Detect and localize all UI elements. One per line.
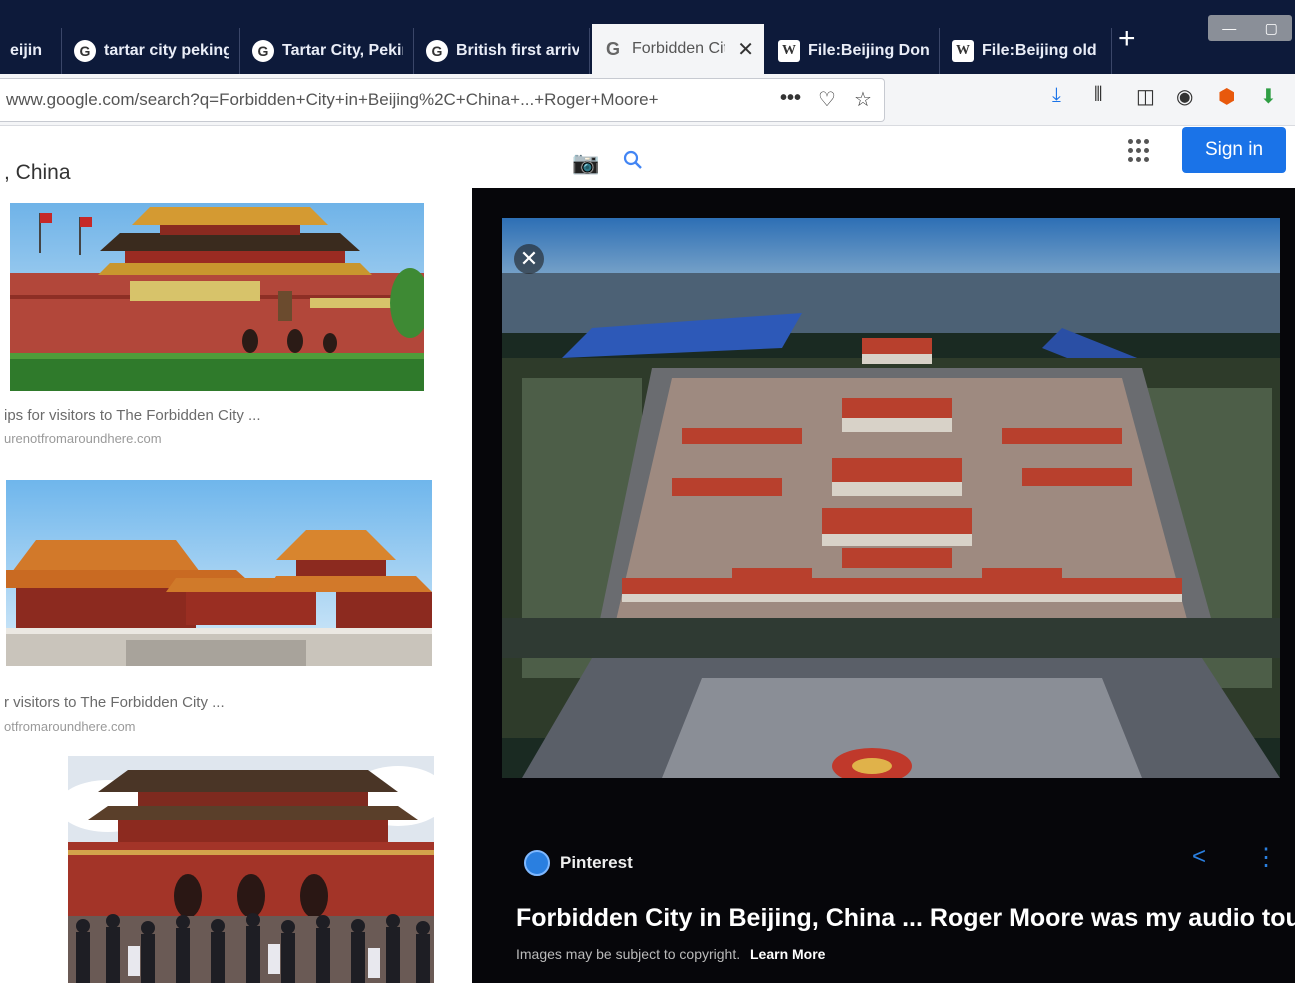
google-apps-icon[interactable] [1128,139,1152,163]
page-actions-icon[interactable]: ••• [780,87,801,110]
bookmark-star-icon[interactable]: ☆ [854,87,872,112]
url-text[interactable]: www.google.com/search?q=Forbidden+City+i… [0,90,760,110]
pocket-icon[interactable]: ♡ [818,87,836,112]
tab-beijing[interactable]: eijin [0,28,62,74]
search-query-text[interactable]: , China [4,161,71,185]
tab-file-beijing-old[interactable]: W File:Beijing old c [942,28,1112,74]
share-icon[interactable]: < [1192,843,1206,871]
copyright-text: Images may be subject to copyright. [516,946,741,962]
screen: eijin G tartar city peking G Tartar City… [0,0,1295,983]
ublock-icon[interactable]: ⬢ [1218,84,1235,109]
extension-icon[interactable]: ⬇ [1260,84,1277,109]
source-site[interactable]: Pinterest [524,850,633,876]
google-icon: G [426,40,448,62]
minimize-icon[interactable]: — [1222,20,1236,36]
maximize-icon[interactable]: ▢ [1265,20,1278,37]
tab-label: File:Beijing old c [982,42,1101,59]
close-tab-icon[interactable]: ✕ [737,37,754,62]
google-icon: G [252,40,274,62]
wikipedia-icon: W [952,40,974,62]
tab-tartar-city-peking[interactable]: G tartar city peking [64,28,240,74]
source-site-name: Pinterest [560,853,633,872]
wikipedia-icon: W [778,40,800,62]
window-controls: — ▢ [1208,15,1292,41]
result-source: urenotfromaroundhere.com [4,431,162,446]
learn-more-link[interactable]: Learn More [750,946,825,962]
google-icon: G [605,38,620,59]
tab-british-first-arrive[interactable]: G British first arrive [416,28,590,74]
result-caption[interactable]: r visitors to The Forbidden City ... [4,694,225,711]
copyright-notice: Images may be subject to copyright. Lear… [516,946,825,962]
tab-label: File:Beijing Dong [808,42,929,59]
new-tab-button[interactable]: + [1118,22,1136,56]
camera-search-icon[interactable]: 📷 [572,150,599,176]
result-image-meridian-gate[interactable] [68,756,434,983]
result-image-hall[interactable] [6,480,432,666]
address-bar[interactable]: www.google.com/search?q=Forbidden+City+i… [0,78,885,122]
tab-file-beijing-dong[interactable]: W File:Beijing Dong [768,28,940,74]
preview-title[interactable]: Forbidden City in Beijing, China ... Rog… [516,904,1295,933]
tab-label: eijin [10,42,43,59]
result-image-tiananmen[interactable] [10,203,424,391]
sidebar-icon[interactable]: ◫ [1136,84,1155,109]
tab-forbidden-city[interactable]: G Forbidden Cit ✕ [592,24,764,74]
more-options-icon[interactable]: ⋮ [1254,843,1278,872]
tab-label: Tartar City, Pekin [282,42,403,59]
search-icon[interactable] [622,149,644,171]
tab-label: Forbidden Cit [632,40,726,57]
preview-image-forbidden-city[interactable] [502,218,1280,778]
sign-in-button[interactable]: Sign in [1182,127,1286,173]
download-icon[interactable]: ⤓ [1052,84,1061,107]
image-preview-panel: ✕ Pinterest < ⋮ Forbidden City in Beijin… [472,188,1295,983]
result-source: otfromaroundhere.com [4,719,136,734]
result-caption[interactable]: ips for visitors to The Forbidden City .… [4,407,261,424]
account-icon[interactable]: ◉ [1176,84,1193,109]
globe-icon [524,850,550,876]
browser-tab-bar: eijin G tartar city peking G Tartar City… [0,0,1295,74]
google-search-header: , China 📷 Sign in [0,127,1295,187]
library-icon[interactable]: ⫴ [1094,84,1102,107]
google-icon: G [74,40,96,62]
tab-label: tartar city peking [104,42,229,59]
tab-tartar-city-pekin[interactable]: G Tartar City, Pekin [242,28,414,74]
close-preview-button[interactable]: ✕ [514,244,544,274]
tab-label: British first arrive [456,42,579,59]
